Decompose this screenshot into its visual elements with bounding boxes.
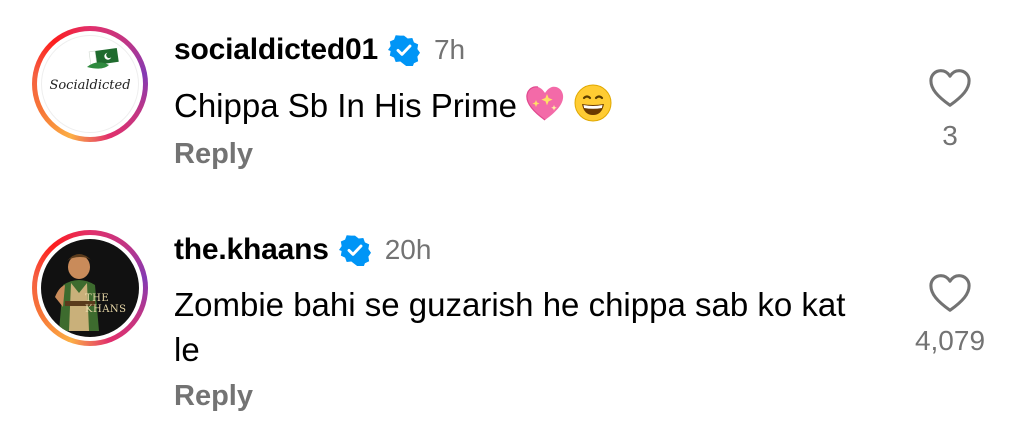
- grinning-face-emoji-icon: [573, 83, 613, 134]
- story-ring[interactable]: THE KHANS: [32, 230, 148, 346]
- comment-text: Zombie bahi se guzarish he chippa sab ko…: [174, 282, 874, 372]
- comment-body: Chippa Sb In His Prime: [174, 87, 517, 124]
- like-count: 4,079: [914, 325, 986, 356]
- comment-timestamp: 20h: [384, 234, 432, 265]
- comment-item: THE KHANS the.khaans 20h Zombie bahi se …: [0, 215, 1024, 436]
- username[interactable]: socialdicted01: [174, 33, 378, 67]
- username[interactable]: the.khaans: [174, 233, 329, 267]
- like-count: 3: [942, 120, 958, 151]
- avatar-character-icon: [55, 254, 99, 331]
- avatar-text: Socialdicted: [49, 78, 131, 93]
- comment-body: Zombie bahi se guzarish he chippa sab ko…: [174, 286, 846, 368]
- comment-timestamp: 7h: [433, 34, 466, 65]
- sparkling-heart-emoji-icon: [525, 85, 565, 134]
- verified-badge-icon: [387, 35, 420, 66]
- like-section: 4,079: [890, 273, 1010, 357]
- comment-header: socialdicted01 7h: [174, 30, 465, 70]
- verified-badge-icon: [338, 235, 371, 266]
- story-ring[interactable]: Socialdicted: [32, 26, 148, 142]
- like-section: 3: [890, 68, 1010, 152]
- heart-outline-icon[interactable]: [928, 273, 972, 313]
- comment-text: Chippa Sb In His Prime: [174, 83, 874, 134]
- comment-header: the.khaans 20h: [174, 230, 431, 270]
- heart-outline-icon[interactable]: [928, 68, 972, 108]
- avatar[interactable]: THE KHANS: [41, 239, 139, 337]
- avatar[interactable]: Socialdicted: [41, 35, 139, 133]
- reply-button[interactable]: Reply: [174, 138, 253, 171]
- comment-item: Socialdicted socialdicted01 7h Chippa Sb…: [0, 0, 1024, 215]
- reply-button[interactable]: Reply: [174, 380, 253, 413]
- avatar-text: THE KHANS: [85, 293, 127, 315]
